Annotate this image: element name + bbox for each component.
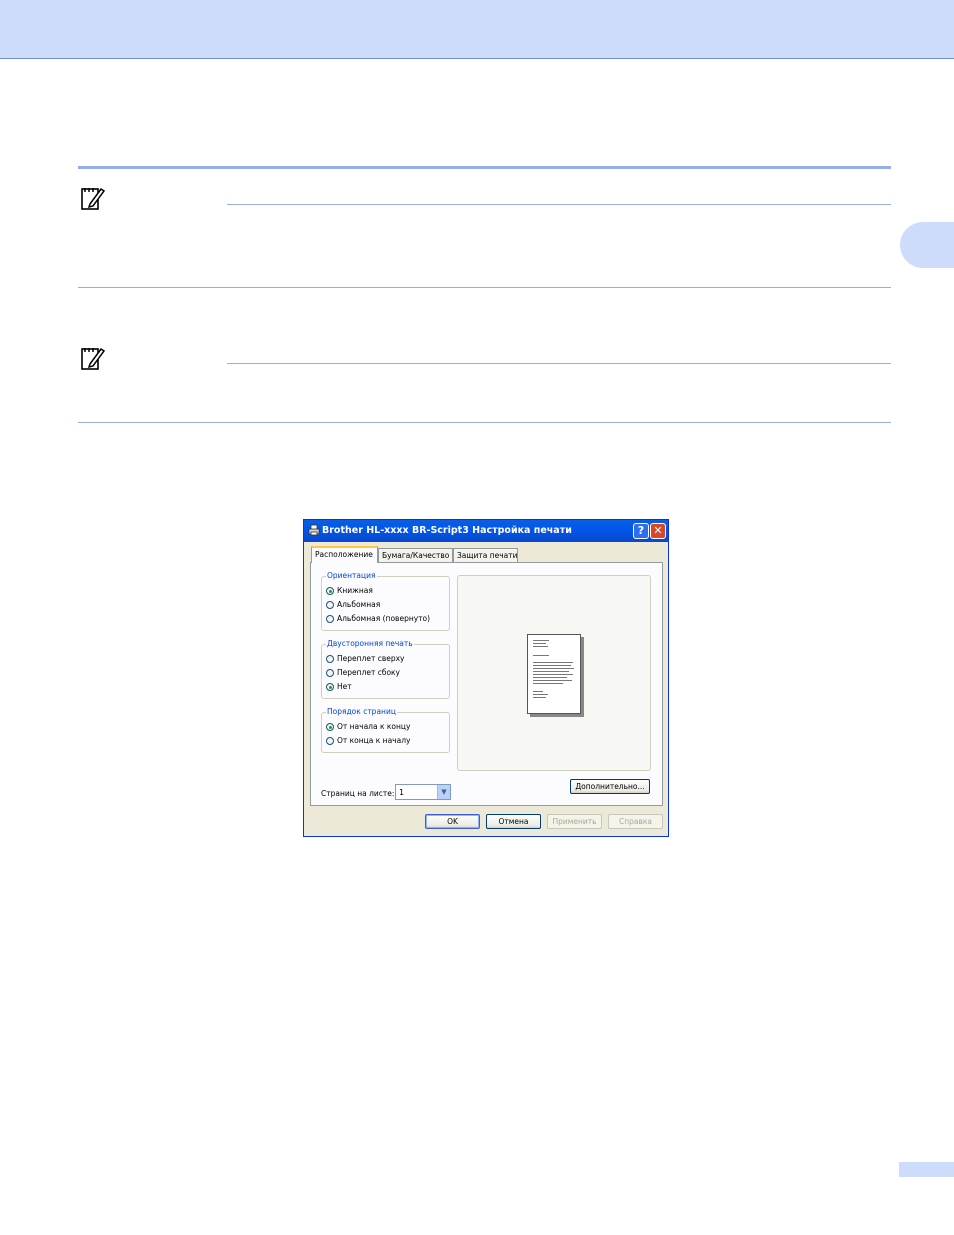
pages-per-sheet-value: 1 bbox=[399, 788, 405, 797]
help-button[interactable]: Справка bbox=[608, 814, 663, 829]
tab-paper-quality[interactable]: Бумага/Качество bbox=[378, 548, 453, 562]
duplex-group: Двусторонняя печать Переплет сверху Пере… bbox=[321, 639, 450, 699]
radio-button[interactable] bbox=[326, 587, 334, 595]
note-icon bbox=[81, 347, 106, 370]
radio-button[interactable] bbox=[326, 737, 334, 745]
option-label: Переплет сбоку bbox=[337, 668, 400, 677]
dialog-titlebar[interactable]: Brother HL-xxxx BR-Script3 Настройка печ… bbox=[304, 520, 668, 542]
option-label: Нет bbox=[337, 682, 352, 691]
radio-button[interactable] bbox=[326, 615, 334, 623]
layout-preview bbox=[457, 575, 651, 771]
page-order-group-title: Порядок страниц bbox=[326, 707, 397, 716]
close-title-button[interactable]: ✕ bbox=[650, 523, 666, 539]
chevron-down-icon[interactable]: ▼ bbox=[437, 785, 450, 799]
note-icon bbox=[81, 187, 106, 210]
note-end-rule bbox=[78, 422, 891, 423]
note-divider bbox=[227, 363, 891, 364]
pages-per-sheet-label: Страниц на листе: bbox=[321, 789, 395, 798]
radio-button[interactable] bbox=[326, 601, 334, 609]
cancel-button[interactable]: Отмена bbox=[486, 814, 541, 829]
help-title-button[interactable]: ? bbox=[633, 523, 649, 539]
apply-button[interactable]: Применить bbox=[547, 814, 602, 829]
radio-button[interactable] bbox=[326, 723, 334, 731]
pages-per-sheet-select[interactable]: 1 ▼ bbox=[395, 784, 451, 800]
printer-icon bbox=[308, 524, 320, 536]
section-rule bbox=[78, 166, 891, 169]
option-label: Переплет сверху bbox=[337, 654, 405, 663]
option-label: Альбомная (повернуто) bbox=[337, 614, 431, 623]
note-end-rule bbox=[78, 287, 891, 288]
duplex-group-title: Двусторонняя печать bbox=[326, 639, 414, 648]
page-header-band bbox=[0, 0, 954, 59]
layout-panel: Ориентация Книжная Альбомная Альбомная (… bbox=[310, 562, 663, 806]
radio-button[interactable] bbox=[326, 669, 334, 677]
page-order-group: Порядок страниц От начала к концу От кон… bbox=[321, 707, 450, 753]
chapter-tab bbox=[900, 222, 954, 268]
page-preview-icon bbox=[527, 634, 581, 714]
advanced-button[interactable]: Дополнительно... bbox=[570, 779, 650, 794]
tab-secure-print[interactable]: Защита печати bbox=[453, 548, 518, 562]
page-number-tab bbox=[899, 1162, 954, 1177]
option-label: От начала к концу bbox=[337, 722, 411, 731]
option-label: Книжная bbox=[337, 586, 373, 595]
tab-layout[interactable]: Расположение bbox=[311, 546, 378, 563]
note-divider bbox=[227, 204, 891, 205]
option-label: От конца к началу bbox=[337, 736, 411, 745]
option-label: Альбомная bbox=[337, 600, 381, 609]
radio-button[interactable] bbox=[326, 683, 334, 691]
print-settings-dialog: Brother HL-xxxx BR-Script3 Настройка печ… bbox=[303, 519, 669, 837]
radio-button[interactable] bbox=[326, 655, 334, 663]
ok-button[interactable]: OK bbox=[425, 814, 480, 829]
orientation-group: Ориентация Книжная Альбомная Альбомная (… bbox=[321, 571, 450, 631]
dialog-title: Brother HL-xxxx BR-Script3 Настройка печ… bbox=[322, 525, 572, 536]
orientation-group-title: Ориентация bbox=[326, 571, 377, 580]
